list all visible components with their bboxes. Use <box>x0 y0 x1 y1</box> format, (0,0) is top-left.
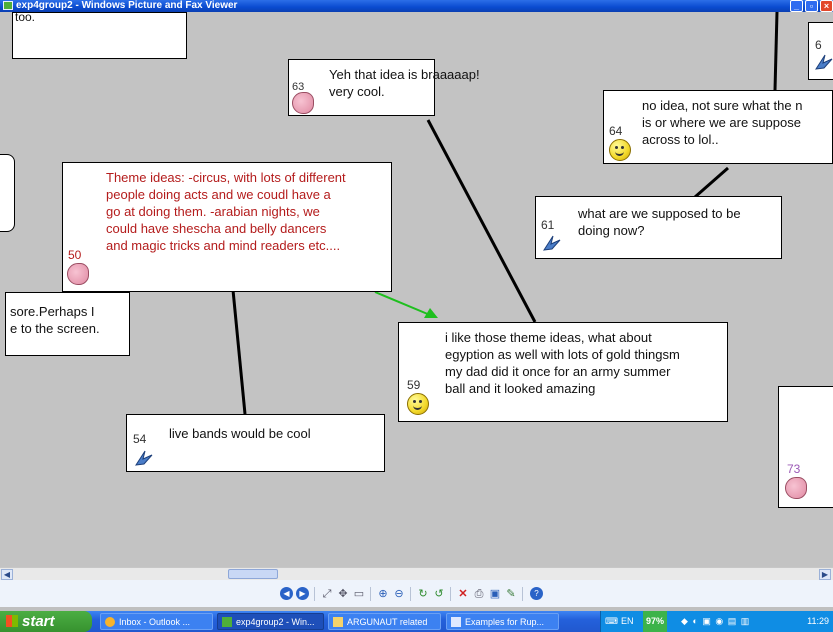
best-fit-icon[interactable]: ⤢ <box>320 587 334 601</box>
zoom-in-icon[interactable]: ⊕ <box>376 587 390 601</box>
close-button[interactable]: × <box>820 0 833 12</box>
card-73[interactable]: 73 <box>778 386 833 508</box>
link-63-59 <box>426 119 537 323</box>
rotate-clockwise-icon[interactable]: ↻ <box>416 587 430 601</box>
picture-viewer-window: exp4group2 - Windows Picture and Fax Vie… <box>0 0 833 632</box>
scroll-left-button[interactable]: ◀ <box>1 569 13 580</box>
taskbar-item-outlook[interactable]: Inbox - Outlook ... <box>100 613 213 630</box>
card-number: 6 <box>815 38 822 52</box>
save-icon[interactable]: ▣ <box>488 587 502 601</box>
windows-logo-icon <box>6 615 18 627</box>
taskbar-item-argunaut-folder[interactable]: ARGUNAUT related <box>328 613 441 630</box>
picture-viewer-icon <box>3 1 13 10</box>
card-number: 50 <box>68 248 82 262</box>
card-top-left[interactable]: too. <box>12 12 187 59</box>
separator <box>522 587 523 601</box>
picture-viewer-icon <box>222 617 232 627</box>
card-61[interactable]: 61 what are we supposed to be doing now? <box>535 196 782 259</box>
card-text: Yeh that idea is braaaaap! very cool. <box>329 67 480 99</box>
help-icon[interactable]: ? <box>530 587 543 600</box>
taskbar-item-label: Examples for Rup... <box>465 617 545 627</box>
viewer-toolbar: ◀ ▶ ⤢ ✥ ▭ ⊕ ⊖ ↻ ↺ ✕ ⎙ ▣ ✎ ? <box>0 580 833 607</box>
scroll-right-button[interactable]: ▶ <box>819 569 831 580</box>
taskbar-item-label: Inbox - Outlook ... <box>119 617 191 627</box>
elephant-icon <box>785 477 807 499</box>
previous-image-icon[interactable]: ◀ <box>280 587 293 600</box>
card-text: sore.Perhaps I e to the screen. <box>10 304 100 336</box>
minimize-button[interactable]: _ <box>790 0 803 12</box>
zoom-out-icon[interactable]: ⊖ <box>392 587 406 601</box>
actual-size-icon[interactable]: ✥ <box>336 587 350 601</box>
outlook-icon <box>105 617 115 627</box>
slideshow-icon[interactable]: ▭ <box>352 587 366 601</box>
card-left-edge[interactable] <box>0 154 15 232</box>
document-icon <box>451 617 461 627</box>
argument-map-image: too. 63 Yeh that idea is braaaaap! very … <box>0 12 833 567</box>
card-63[interactable]: 63 Yeh that idea is braaaaap! very cool. <box>288 59 480 116</box>
windows-taskbar: start Inbox - Outlook ... exp4group2 - W… <box>0 611 833 632</box>
card-text: i like those theme ideas, what about egy… <box>445 330 680 396</box>
link-top-right <box>773 12 779 91</box>
taskbar-item-picture-viewer[interactable]: exp4group2 - Win... <box>217 613 324 630</box>
system-tray: ⌨ EN 97% ◆ ◐ ▣ ◉ ▤ ▥ 11:29 <box>600 611 833 632</box>
horizontal-scrollbar[interactable]: ◀ ▶ <box>0 567 833 580</box>
card-text: too. <box>15 12 36 24</box>
rotate-counterclockwise-icon[interactable]: ↺ <box>432 587 446 601</box>
card-number: 73 <box>787 462 801 476</box>
taskbar-item-label: exp4group2 - Win... <box>236 617 315 627</box>
card-text: live bands would be cool <box>169 426 311 441</box>
separator <box>370 587 371 601</box>
separator <box>314 587 315 601</box>
keyboard-icon[interactable]: ⌨ <box>605 611 618 632</box>
next-image-icon[interactable]: ▶ <box>296 587 309 600</box>
card-59[interactable]: 59 i like those theme ideas, what about … <box>398 322 728 422</box>
taskbar-item-examples[interactable]: Examples for Rup... <box>446 613 559 630</box>
language-indicator[interactable]: EN <box>621 611 634 632</box>
smiley-icon <box>407 393 429 415</box>
bird-icon <box>135 450 153 466</box>
card-number: 64 <box>609 124 623 138</box>
battery-indicator[interactable]: 97% <box>643 611 668 632</box>
card-text: what are we supposed to be doing now? <box>578 206 741 238</box>
card-50[interactable]: 50 Theme ideas: -circus, with lots of di… <box>62 162 392 292</box>
bird-icon <box>815 54 833 70</box>
link-50-54 <box>231 289 247 415</box>
clock: 11:29 <box>807 616 829 626</box>
card-text: Theme ideas: -circus, with lots of diffe… <box>106 170 346 253</box>
start-button[interactable]: start <box>0 611 92 632</box>
card-left-partial[interactable]: sore.Perhaps I e to the screen. <box>5 292 130 356</box>
delete-icon[interactable]: ✕ <box>456 587 470 601</box>
card-number: 59 <box>407 378 421 392</box>
card-text: no idea, not sure what the n is or where… <box>642 98 803 147</box>
separator <box>450 587 451 601</box>
link-64-61 <box>694 166 729 199</box>
start-label: start <box>22 613 55 630</box>
card-64[interactable]: 64 no idea, not sure what the n is or wh… <box>603 90 833 164</box>
card-number: 61 <box>541 218 555 232</box>
title-bar[interactable]: exp4group2 - Windows Picture and Fax Vie… <box>0 0 833 12</box>
maximize-button[interactable]: ▫ <box>805 0 818 12</box>
edit-image-icon[interactable]: ✎ <box>504 587 518 601</box>
print-icon[interactable]: ⎙ <box>472 587 486 601</box>
card-54[interactable]: 54 live bands would be cool <box>126 414 385 472</box>
folder-icon <box>333 617 343 627</box>
elephant-icon <box>67 263 89 285</box>
separator <box>410 587 411 601</box>
window-title: exp4group2 - Windows Picture and Fax Vie… <box>16 0 238 11</box>
taskbar-item-label: ARGUNAUT related <box>347 617 428 627</box>
tray-icons[interactable]: ◆ ◐ ▣ ◉ ▤ ▥ <box>681 611 750 632</box>
card-number: 54 <box>133 432 147 446</box>
elephant-icon <box>292 92 314 114</box>
link-50-59-arrow <box>374 291 431 316</box>
smiley-icon <box>609 139 631 161</box>
card-top-right[interactable]: 6 <box>808 22 833 80</box>
scroll-thumb[interactable] <box>228 569 278 579</box>
bird-icon <box>543 235 561 251</box>
